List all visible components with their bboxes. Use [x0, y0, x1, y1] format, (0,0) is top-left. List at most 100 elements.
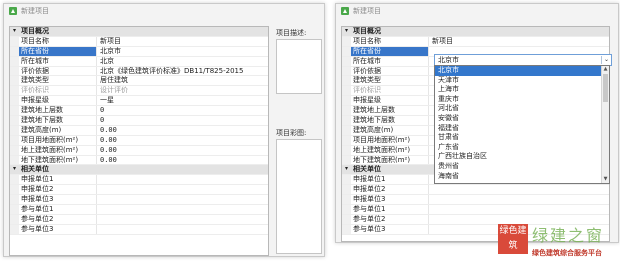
- row-gutter: [342, 205, 351, 214]
- property-row[interactable]: 所在城市 北京: [10, 56, 268, 67]
- dropdown-option[interactable]: 安徽省: [435, 114, 609, 124]
- property-value[interactable]: [429, 185, 609, 194]
- property-row[interactable]: 申报星级 一星: [10, 96, 268, 107]
- property-row[interactable]: 参与单位1: [342, 205, 609, 215]
- image-panel[interactable]: [276, 139, 322, 254]
- dropdown-option[interactable]: 广西壮族自治区: [435, 152, 609, 162]
- row-gutter: [342, 36, 351, 46]
- dropdown-option[interactable]: 广东省: [435, 143, 609, 153]
- dropdown-option[interactable]: 重庆市: [435, 95, 609, 105]
- property-row[interactable]: 建筑地上层数 0: [10, 106, 268, 117]
- dropdown-option[interactable]: 甘肃省: [435, 133, 609, 143]
- property-row[interactable]: 参与单位2: [10, 214, 268, 225]
- watermark-title: 绿建之窗: [532, 226, 605, 245]
- property-row[interactable]: 地上建筑面积(m²) 0.00: [10, 145, 268, 156]
- dropdown-option[interactable]: 上海市: [435, 85, 609, 95]
- property-value[interactable]: [429, 205, 609, 214]
- left-property-grid[interactable]: ▾ 项目概况 项目名称 新项目 所在省份 北京市 所在城市 北京 评价依据 北京《绿色建筑评价标准…: [9, 26, 269, 256]
- property-row[interactable]: 参与单位3: [10, 224, 268, 235]
- description-textarea[interactable]: [276, 39, 322, 94]
- property-row[interactable]: 评价标识 设计评价: [10, 86, 268, 97]
- dropdown-option[interactable]: 海南省: [435, 172, 609, 182]
- dropdown-option[interactable]: 福建省: [435, 124, 609, 134]
- property-name: 建筑地上层数: [351, 106, 429, 116]
- property-value[interactable]: [97, 175, 268, 184]
- row-gutter: [10, 106, 19, 116]
- dropdown-option[interactable]: 天津市: [435, 76, 609, 86]
- property-value[interactable]: 北京市: [97, 47, 268, 56]
- scroll-down-icon[interactable]: ▼: [602, 176, 609, 183]
- province-dropdown-list[interactable]: 北京市 天津市 上海市 重庆市 河北省 安徽省 福建省 甘肃省 广东省 广西壮族自治区 贵州省 海南省…: [434, 65, 610, 184]
- expand-icon[interactable]: ▾: [10, 27, 19, 36]
- watermark-logo: 绿色建筑 绿建之窗 绿色建筑综合服务平台: [498, 222, 616, 266]
- expand-icon[interactable]: ▾: [10, 165, 19, 175]
- dropdown-option[interactable]: 贵州省: [435, 162, 609, 172]
- province-dropdown-value: 北京市: [438, 56, 459, 64]
- scrollbar-thumb[interactable]: [603, 74, 608, 102]
- property-name: 建筑地上层数: [19, 106, 97, 116]
- description-label: 项目描述:: [276, 29, 307, 37]
- property-row[interactable]: 所在省份 北京市: [10, 46, 268, 57]
- expand-icon[interactable]: ▾: [342, 27, 351, 36]
- row-gutter: [342, 175, 351, 185]
- property-row[interactable]: 建筑高度(m) 0.00: [10, 125, 268, 136]
- property-row[interactable]: 参与单位1: [10, 205, 268, 215]
- property-value[interactable]: 北京: [97, 57, 268, 66]
- row-gutter: [342, 224, 351, 234]
- property-name: 参与单位1: [351, 205, 429, 214]
- property-value[interactable]: 居住建筑: [97, 76, 268, 85]
- scroll-up-icon[interactable]: ▲: [602, 66, 609, 73]
- property-row[interactable]: 申报单位1: [10, 175, 268, 186]
- property-name: 申报单位1: [19, 175, 97, 185]
- property-row[interactable]: 申报单位3: [342, 195, 609, 206]
- property-value[interactable]: 0.00: [97, 126, 268, 135]
- image-label: 项目彩图:: [276, 129, 307, 137]
- expand-icon[interactable]: ▾: [342, 165, 351, 175]
- property-value[interactable]: 0.00: [97, 156, 268, 165]
- dropdown-scrollbar[interactable]: ▲ ▼: [601, 66, 609, 183]
- category-row[interactable]: ▾ 相关单位: [10, 165, 268, 176]
- dropdown-option[interactable]: 河北省: [435, 104, 609, 114]
- property-value[interactable]: 0.00: [97, 136, 268, 145]
- dropdown-option[interactable]: 北京市: [435, 66, 609, 76]
- property-row[interactable]: 申报单位2: [10, 185, 268, 196]
- property-value[interactable]: [97, 195, 268, 204]
- property-name: 申报单位2: [19, 185, 97, 195]
- right-titlebar: 新建项目: [336, 4, 618, 18]
- property-value[interactable]: [97, 225, 268, 234]
- property-value[interactable]: [97, 205, 268, 214]
- property-value[interactable]: [97, 185, 268, 194]
- row-gutter: [342, 56, 351, 66]
- property-row[interactable]: 项目用地面积(m²) 0.00: [10, 135, 268, 146]
- property-value[interactable]: 新项目: [97, 37, 268, 46]
- property-value[interactable]: 北京《绿色建筑评价标准》DB11/T825-2015: [97, 67, 268, 76]
- property-name: 地下建筑面积(m²): [351, 155, 429, 165]
- property-value[interactable]: 一星: [97, 96, 268, 105]
- row-gutter: [10, 145, 19, 155]
- left-titlebar: 新建项目: [4, 4, 324, 18]
- property-row[interactable]: 地下建筑面积(m²) 0.00: [10, 155, 268, 166]
- category-label: 相关单位: [21, 165, 49, 174]
- property-name: 项目用地面积(m²): [351, 135, 429, 145]
- property-value[interactable]: 设计评价: [97, 86, 268, 95]
- property-row[interactable]: 建筑类型 居住建筑: [10, 76, 268, 87]
- property-row[interactable]: 评价依据 北京《绿色建筑评价标准》DB11/T825-2015: [10, 66, 268, 77]
- property-value[interactable]: [97, 215, 268, 224]
- property-value[interactable]: 0.00: [97, 146, 268, 155]
- category-row[interactable]: ▾ 项目概况: [342, 27, 609, 37]
- property-row[interactable]: 建筑地下层数 0: [10, 116, 268, 126]
- property-value[interactable]: 0: [97, 106, 268, 115]
- property-row[interactable]: 申报单位2: [342, 185, 609, 196]
- row-gutter: [10, 224, 19, 234]
- app-logo-icon: [341, 7, 349, 15]
- chevron-down-icon[interactable]: ⌄: [601, 56, 611, 64]
- row-gutter: [342, 195, 351, 205]
- property-value[interactable]: 0: [97, 116, 268, 125]
- category-row[interactable]: ▾ 项目概况: [10, 27, 268, 37]
- property-value[interactable]: [429, 195, 609, 204]
- property-row[interactable]: 项目名称 新项目: [10, 36, 268, 47]
- property-row[interactable]: 申报单位3: [10, 195, 268, 206]
- left-dialog: 新建项目 ▾ 项目概况 项目名称 新项目 所在省份 北京市 所在城市 北京 评价依据 北京《绿色建…: [3, 3, 325, 257]
- property-row[interactable]: 项目名称 新项目: [342, 36, 609, 47]
- property-value[interactable]: 新项目: [429, 37, 609, 46]
